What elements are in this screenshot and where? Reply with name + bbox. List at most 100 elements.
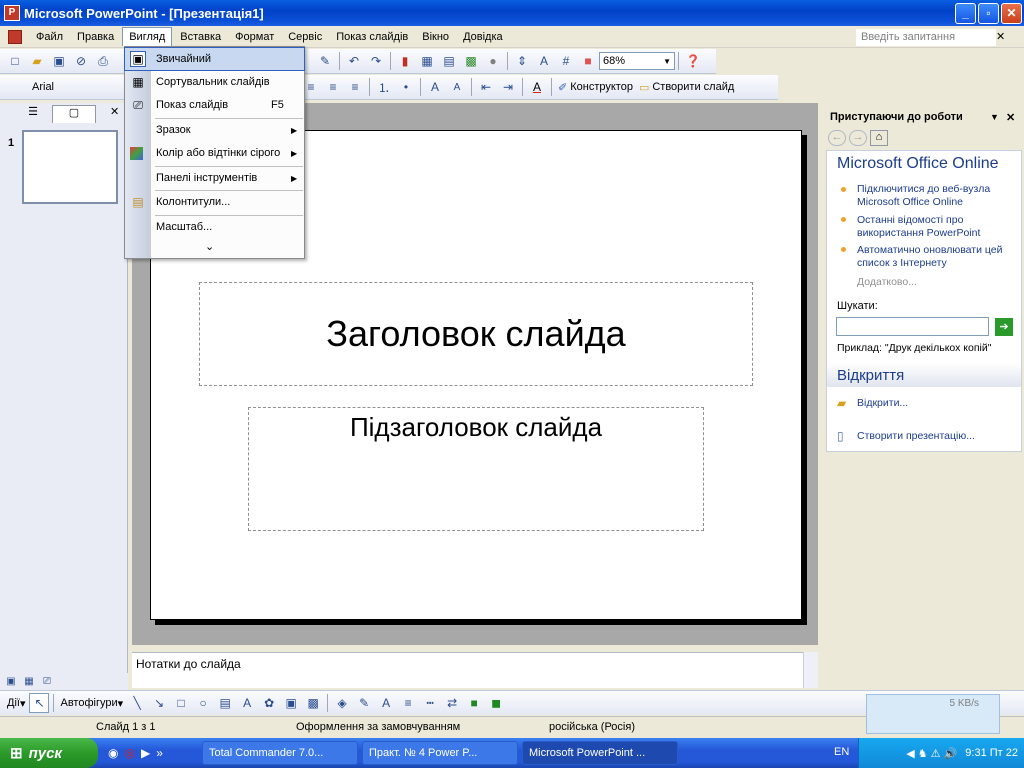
grid-icon[interactable]: #: [556, 51, 576, 71]
font-color-icon[interactable]: A: [527, 77, 547, 97]
close-document-icon[interactable]: ✕: [996, 30, 1005, 43]
task-powerpoint[interactable]: Microsoft PowerPoint ...: [522, 741, 678, 765]
numbering-icon[interactable]: ⒈: [374, 77, 394, 97]
actions-menu[interactable]: Дії ▾: [4, 697, 28, 710]
menu-slideshow[interactable]: Показ слайдів: [330, 28, 414, 46]
font-select[interactable]: Arial: [28, 78, 120, 96]
slides-tab[interactable]: ▢: [52, 105, 96, 123]
menu-item-normal[interactable]: ▣ Звичайний: [124, 47, 305, 71]
menu-format[interactable]: Формат: [229, 28, 280, 46]
increase-font-icon[interactable]: A: [425, 77, 445, 97]
close-button[interactable]: ✕: [1001, 3, 1022, 24]
picture-icon[interactable]: ▩: [303, 693, 323, 713]
slide-sorter-icon[interactable]: ▦: [21, 675, 37, 689]
create-presentation-link[interactable]: Створити презентацію...: [857, 430, 975, 443]
new-icon[interactable]: □: [5, 51, 25, 71]
help-icon[interactable]: ❓: [683, 51, 703, 71]
slideshow-icon[interactable]: ⎚: [39, 675, 55, 689]
textbox-icon[interactable]: ▤: [215, 693, 235, 713]
menu-item-header-footer[interactable]: ▤ Колонтитули...: [125, 191, 304, 213]
arrow-icon[interactable]: ↘: [149, 693, 169, 713]
insert-chart-icon[interactable]: ▮: [395, 51, 415, 71]
expand-menu-icon[interactable]: ⌄: [205, 240, 214, 253]
notes-pane[interactable]: Нотатки до слайда: [132, 652, 818, 688]
tray-icons[interactable]: ◀ ♞ ⚠ 🔊: [906, 747, 957, 760]
chevron-down-icon[interactable]: ▼: [990, 112, 999, 122]
task-total-commander[interactable]: Total Commander 7.0...: [202, 741, 358, 765]
menu-tools[interactable]: Сервіс: [282, 28, 328, 46]
oval-icon[interactable]: ○: [193, 693, 213, 713]
title-placeholder[interactable]: Заголовок слайда: [199, 282, 753, 386]
fill-color-icon[interactable]: ◈: [332, 693, 352, 713]
insert-picture-icon[interactable]: ▩: [461, 51, 481, 71]
document-icon[interactable]: [0, 29, 30, 44]
arrow-style-icon[interactable]: ⇄: [442, 693, 462, 713]
format-painter-icon[interactable]: ✎: [315, 51, 335, 71]
insert-table-icon[interactable]: ▦: [417, 51, 437, 71]
new-slide-button[interactable]: ▭ Створити слайд: [636, 81, 737, 94]
align-center-icon[interactable]: ≡: [323, 77, 343, 97]
search-go-button[interactable]: ➔: [995, 318, 1013, 336]
save-icon[interactable]: ▣: [49, 51, 69, 71]
auto-update-link[interactable]: Автоматично оновлювати цей список з Інте…: [857, 244, 1021, 270]
select-pointer-icon[interactable]: ↖: [29, 693, 50, 713]
line-style-icon[interactable]: ≡: [398, 693, 418, 713]
slide-thumbnail[interactable]: [22, 130, 118, 204]
menu-window[interactable]: Вікно: [416, 28, 455, 46]
powerpoint-app-icon[interactable]: P: [4, 5, 20, 21]
outline-tab[interactable]: ☰: [18, 105, 48, 123]
permission-icon[interactable]: ⊘: [71, 51, 91, 71]
menu-view[interactable]: Вигляд: [122, 27, 173, 46]
menu-file[interactable]: Файл: [30, 28, 69, 46]
show-formatting-icon[interactable]: A: [534, 51, 554, 71]
3d-icon[interactable]: ◼: [486, 693, 506, 713]
start-button[interactable]: ⊞ пуск: [0, 738, 98, 768]
more-link[interactable]: Додатково...: [857, 276, 917, 288]
home-icon[interactable]: ⌂: [870, 130, 888, 146]
chevron-right-icon[interactable]: »: [156, 746, 163, 760]
decrease-font-icon[interactable]: A: [447, 77, 467, 97]
increase-indent-icon[interactable]: ⇥: [498, 77, 518, 97]
wordart-icon[interactable]: A: [237, 693, 257, 713]
connect-office-online-link[interactable]: Підключитися до веб-вузла Microsoft Offi…: [857, 183, 1017, 209]
font-color-icon[interactable]: A: [376, 693, 396, 713]
hyperlink-icon[interactable]: ●: [483, 51, 503, 71]
expand-icon[interactable]: ⇕: [512, 51, 532, 71]
color-grayscale-icon[interactable]: ■: [578, 51, 598, 71]
designer-button[interactable]: ✐ Конструктор: [555, 81, 636, 94]
shadow-icon[interactable]: ■: [464, 693, 484, 713]
quicklaunch-icon[interactable]: ◉: [108, 746, 118, 760]
zoom-select[interactable]: 68% ▼: [599, 52, 675, 70]
menu-item-zoom[interactable]: Масштаб...: [125, 216, 304, 238]
decrease-indent-icon[interactable]: ⇤: [476, 77, 496, 97]
language-indicator[interactable]: EN: [834, 746, 849, 758]
menu-item-master[interactable]: Зразок ▶: [125, 119, 304, 141]
media-player-icon[interactable]: ▶: [141, 746, 150, 760]
dash-style-icon[interactable]: ┅: [420, 693, 440, 713]
menu-item-color-grayscale[interactable]: Колір або відтінки сірого ▶: [125, 142, 304, 164]
open-link[interactable]: Відкрити...: [857, 397, 908, 410]
clipart-icon[interactable]: ▣: [281, 693, 301, 713]
latest-news-link[interactable]: Останні відомості про використання Power…: [857, 214, 1017, 240]
back-icon[interactable]: ←: [828, 130, 846, 146]
close-icon[interactable]: ✕: [1006, 111, 1015, 124]
menu-edit[interactable]: Правка: [71, 28, 120, 46]
diagram-icon[interactable]: ✿: [259, 693, 279, 713]
forward-icon[interactable]: →: [849, 130, 867, 146]
search-input[interactable]: [836, 317, 989, 336]
bullets-icon[interactable]: •: [396, 77, 416, 97]
rectangle-icon[interactable]: □: [171, 693, 191, 713]
redo-icon[interactable]: ↷: [366, 51, 386, 71]
open-icon[interactable]: ▰: [27, 51, 47, 71]
autoshapes-menu[interactable]: Автофігури ▾: [57, 697, 126, 710]
opera-icon[interactable]: ◎: [124, 746, 134, 760]
subtitle-placeholder[interactable]: Підзаголовок слайда: [248, 407, 704, 531]
menu-item-toolbars[interactable]: Панелі інструментів ▶: [125, 167, 304, 189]
menu-help[interactable]: Довідка: [457, 28, 509, 46]
menu-insert[interactable]: Вставка: [174, 28, 227, 46]
print-icon[interactable]: ⎙: [93, 51, 113, 71]
maximize-button[interactable]: ▫: [978, 3, 999, 24]
minimize-button[interactable]: _: [955, 3, 976, 24]
align-right-icon[interactable]: ≡: [345, 77, 365, 97]
ask-question-input[interactable]: Введіть запитання: [856, 29, 996, 46]
